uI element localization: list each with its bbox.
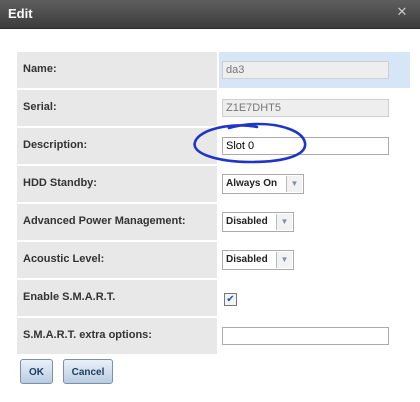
smart-label: Enable S.M.A.R.T. [23,291,116,303]
apm-row: Advanced Power Management: Disabled ▼ [17,204,410,240]
acoustic-value-cell: Disabled ▼ [219,242,410,278]
acoustic-selected: Disabled [226,254,268,265]
chevron-down-icon[interactable]: ▼ [286,176,302,192]
smart-value-cell: ✔ [219,280,410,316]
chevron-down-icon[interactable]: ▼ [276,214,292,230]
smart-options-label-cell: S.M.A.R.T. extra options: [17,318,217,354]
description-label: Description: [23,139,88,151]
smart-row: Enable S.M.A.R.T. ✔ [17,280,410,316]
description-label-cell: Description: [17,128,217,164]
acoustic-select[interactable]: Disabled ▼ [222,250,294,270]
dialog-titlebar: Edit ✕ [0,0,420,29]
acoustic-label-cell: Acoustic Level: [17,242,217,278]
smart-label-cell: Enable S.M.A.R.T. [17,280,217,316]
smart-options-row: S.M.A.R.T. extra options: [17,318,410,354]
apm-label: Advanced Power Management: [23,215,186,227]
dialog-title: Edit [8,6,33,21]
name-value-cell [219,52,410,88]
acoustic-row: Acoustic Level: Disabled ▼ [17,242,410,278]
name-field[interactable] [222,61,389,79]
acoustic-label: Acoustic Level: [23,253,105,265]
name-label: Name: [23,63,57,75]
apm-selected: Disabled [226,216,268,227]
smart-options-value-cell [219,318,410,354]
annotation-circle [193,122,307,164]
hdd-standby-value-cell: Always On ▼ [219,166,410,202]
chevron-down-icon[interactable]: ▼ [276,252,292,268]
name-row: Name: [17,52,410,88]
serial-label: Serial: [23,101,57,113]
smart-checkbox[interactable]: ✔ [224,293,237,306]
hdd-standby-row: HDD Standby: Always On ▼ [17,166,410,202]
apm-label-cell: Advanced Power Management: [17,204,217,240]
hdd-standby-select[interactable]: Always On ▼ [222,174,304,194]
name-label-cell: Name: [17,52,217,88]
hdd-standby-selected: Always On [226,178,278,189]
hdd-standby-label: HDD Standby: [23,177,97,189]
cancel-button[interactable]: Cancel [63,359,113,384]
apm-select[interactable]: Disabled ▼ [222,212,294,232]
apm-value-cell: Disabled ▼ [219,204,410,240]
hdd-standby-label-cell: HDD Standby: [17,166,217,202]
ok-button[interactable]: OK [20,359,53,384]
close-icon[interactable]: ✕ [394,5,410,21]
serial-field[interactable] [222,99,389,117]
smart-options-label: S.M.A.R.T. extra options: [23,329,152,341]
serial-label-cell: Serial: [17,90,217,126]
smart-options-field[interactable] [222,327,389,345]
